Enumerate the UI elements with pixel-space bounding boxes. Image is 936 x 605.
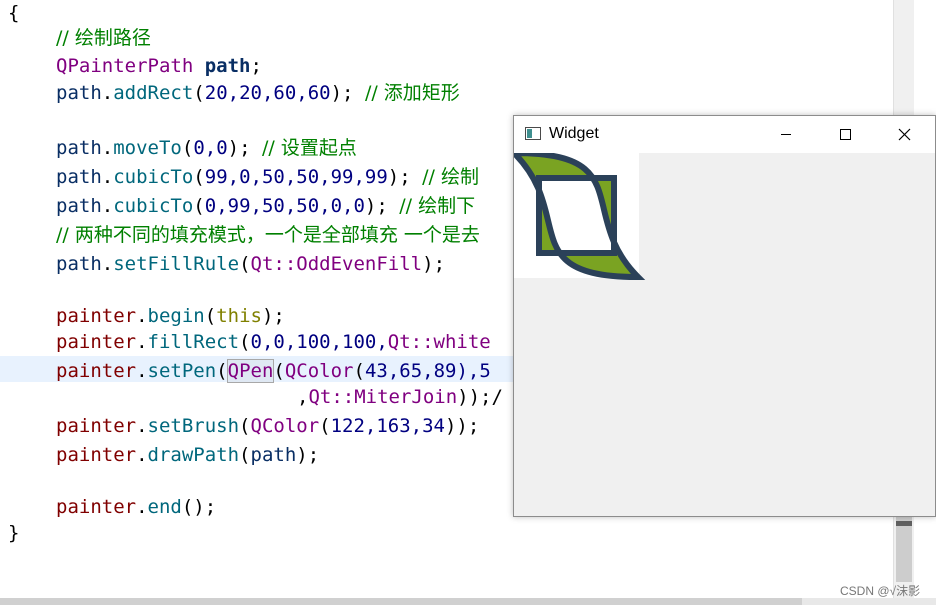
code-line-9: painter.begin(this);: [56, 305, 285, 327]
code-line-11: painter.setPen(QPen(QColor(43,65,89),5: [56, 359, 491, 383]
code-line-13: painter.setBrush(QColor(122,163,34));: [56, 415, 480, 437]
code-line-5: path.cubicTo(99,0,50,50,99,99); // 绘制: [56, 166, 479, 188]
minimize-icon: [781, 134, 791, 135]
maximize-button[interactable]: [822, 116, 868, 153]
close-icon: [898, 128, 911, 141]
window-title: Widget: [549, 125, 599, 142]
qpen-token[interactable]: QPen: [226, 359, 275, 383]
code-line-3: path.addRect(20,20,60,60); // 添加矩形: [56, 82, 460, 104]
maximize-icon: [840, 129, 851, 140]
paint-canvas: [514, 153, 646, 281]
code-line-14: painter.drawPath(path);: [56, 444, 320, 466]
code-line-4: path.moveTo(0,0); // 设置起点: [56, 137, 357, 159]
code-line-1: // 绘制路径: [56, 27, 151, 49]
scrollbar-marker: [896, 521, 912, 526]
code-line-16: }: [8, 522, 20, 544]
horizontal-scrollbar[interactable]: [0, 598, 936, 605]
code-line-12: ,Qt::MiterJoin));/: [297, 386, 503, 408]
code-line-7: // 两种不同的填充模式，一个是全部填充 一个是去: [56, 224, 480, 246]
close-button[interactable]: [881, 116, 927, 153]
widget-window[interactable]: Widget: [513, 115, 936, 517]
watermark-text: CSDN @√沫影: [840, 584, 921, 598]
code-line-0: {: [8, 2, 20, 24]
code-line-15: painter.end();: [56, 496, 217, 518]
code-line-8: path.setFillRule(Qt::OddEvenFill);: [56, 253, 446, 275]
window-titlebar[interactable]: Widget: [514, 116, 935, 153]
app-window-icon: [525, 127, 541, 140]
horizontal-scrollbar-thumb[interactable]: [0, 598, 802, 605]
minimize-button[interactable]: [763, 116, 809, 153]
code-line-6: path.cubicTo(0,99,50,50,0,0); // 绘制下: [56, 195, 476, 217]
code-line-2: QPainterPath path;: [56, 55, 262, 77]
code-line-10: painter.fillRect(0,0,100,100,Qt::white: [56, 331, 491, 353]
